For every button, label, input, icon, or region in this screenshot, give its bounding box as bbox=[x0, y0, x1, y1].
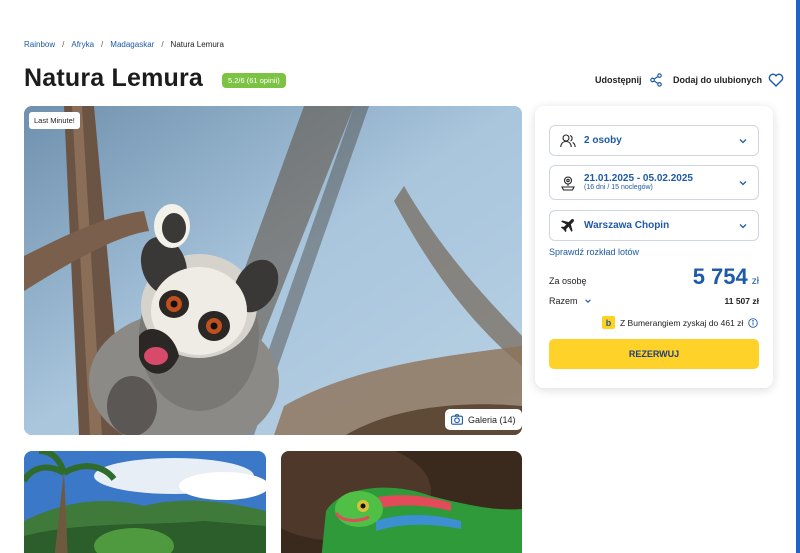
price-value: 5 754 bbox=[692, 264, 748, 289]
jungle-photo[interactable] bbox=[24, 451, 266, 553]
price-currency: zł bbox=[751, 276, 759, 287]
chameleon-photo[interactable] bbox=[281, 451, 522, 553]
breadcrumb-rainbow[interactable]: Rainbow bbox=[24, 40, 55, 49]
persons-value: 2 osoby bbox=[584, 135, 622, 146]
breadcrumb-current: Natura Lemura bbox=[170, 40, 224, 49]
rating-badge[interactable]: 5.2/6 (61 opinii) bbox=[222, 73, 286, 88]
favorite-label: Dodaj do ulubionych bbox=[673, 75, 762, 85]
gallery-button[interactable]: Galeria (14) bbox=[445, 409, 522, 430]
boomerang-icon: b bbox=[602, 316, 615, 329]
total-toggle[interactable]: Razem bbox=[549, 296, 592, 306]
breadcrumb-afryka[interactable]: Afryka bbox=[71, 40, 94, 49]
per-person-label: Za osobę bbox=[549, 276, 587, 286]
dates-value: 21.01.2025 - 05.02.2025 bbox=[584, 173, 693, 185]
share-label: Udostępnij bbox=[595, 75, 642, 85]
page-title: Natura Lemura bbox=[24, 64, 204, 92]
favorite-button[interactable]: Dodaj do ulubionych bbox=[673, 73, 784, 87]
chevron-down-icon bbox=[584, 299, 591, 303]
jungle-image bbox=[24, 451, 266, 553]
breadcrumb-madagaskar[interactable]: Madagaskar bbox=[110, 40, 154, 49]
persons-select[interactable]: 2 osoby bbox=[549, 125, 759, 156]
breadcrumb: Rainbow / Afryka / Madagaskar / Natura L… bbox=[24, 40, 224, 49]
main-photo[interactable] bbox=[24, 106, 522, 435]
share-icon bbox=[649, 73, 662, 87]
plane-icon bbox=[560, 218, 576, 234]
chevron-down-icon bbox=[739, 180, 747, 185]
last-minute-badge: Last Minute! bbox=[29, 112, 80, 129]
airport-select[interactable]: Warszawa Chopin bbox=[549, 210, 759, 241]
flight-schedule-link[interactable]: Sprawdź rozkład lotów bbox=[549, 247, 639, 257]
airport-value: Warszawa Chopin bbox=[584, 220, 670, 231]
boomerang-text: Z Bumerangiem zyskaj do 461 zł bbox=[620, 317, 744, 328]
duration-value: (16 dni / 15 noclegów) bbox=[584, 184, 653, 192]
dates-select[interactable]: 21.01.2025 - 05.02.2025 (16 dni / 15 noc… bbox=[549, 165, 759, 200]
chevron-down-icon bbox=[739, 138, 747, 143]
price: 5 754 zł bbox=[693, 264, 759, 290]
booking-panel: 2 osoby 21.01.2025 - 05.02.2025 (16 dni … bbox=[535, 106, 773, 388]
share-button[interactable]: Udostępnij bbox=[595, 73, 663, 87]
page: Rainbow / Afryka / Madagaskar / Natura L… bbox=[0, 0, 800, 553]
persons-icon bbox=[560, 133, 576, 149]
gallery-label: Galeria (14) bbox=[468, 414, 516, 425]
boomerang-info: b Z Bumerangiem zyskaj do 461 zł bbox=[602, 316, 759, 329]
heart-icon bbox=[768, 73, 784, 87]
chevron-down-icon bbox=[739, 223, 747, 228]
info-icon[interactable] bbox=[748, 317, 759, 328]
chameleon-image bbox=[281, 451, 522, 553]
total-label: Razem bbox=[549, 296, 578, 306]
reserve-button[interactable]: REZERWUJ bbox=[549, 339, 759, 369]
lemur-photo bbox=[24, 106, 522, 435]
total-value: 11 507 zł bbox=[724, 296, 759, 306]
scrollbar[interactable] bbox=[796, 0, 800, 553]
calendar-pin-icon bbox=[560, 175, 576, 191]
camera-icon bbox=[451, 414, 463, 425]
